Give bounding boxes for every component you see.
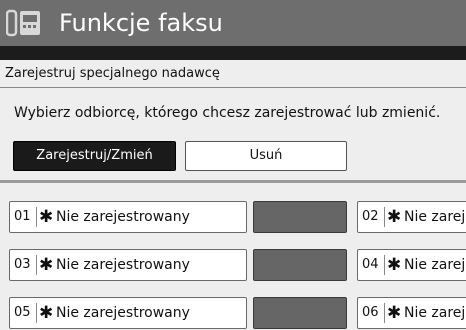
page-title: Funkcje faksu <box>59 9 223 37</box>
empty-slot <box>253 249 347 281</box>
entry-separator <box>384 303 385 323</box>
instruction-text: Wybierz odbiorcę, którego chcesz zarejes… <box>14 105 441 121</box>
asterisk-icon: ✱ <box>387 303 402 323</box>
empty-slot <box>253 297 347 329</box>
asterisk-icon: ✱ <box>39 303 54 323</box>
entry-separator <box>36 207 37 227</box>
entry-number: 01 <box>14 209 31 224</box>
title-divider <box>0 46 466 60</box>
asterisk-icon: ✱ <box>39 207 54 227</box>
entry-number: 03 <box>14 257 31 272</box>
entry-number: 06 <box>362 305 379 320</box>
sender-entry-02[interactable]: 02 ✱ Nie zareje <box>357 201 466 233</box>
subtitle-divider <box>0 87 466 88</box>
delete-button[interactable]: Usuń <box>185 141 347 171</box>
asterisk-icon: ✱ <box>39 255 54 275</box>
entry-name: Nie zareje <box>404 209 466 225</box>
entry-number: 02 <box>362 209 379 224</box>
empty-slot <box>253 201 347 233</box>
sender-entry-04[interactable]: 04 ✱ Nie zareje <box>357 249 466 281</box>
entry-name: Nie zarejestrowany <box>56 305 190 321</box>
entry-name: Nie zarejestrowany <box>56 209 190 225</box>
entry-number: 05 <box>14 305 31 320</box>
title-bar: Funkcje faksu <box>0 0 466 46</box>
entry-name: Nie zarejestrowany <box>56 257 190 273</box>
entry-name: Nie zareje <box>404 305 466 321</box>
entry-name: Nie zareje <box>404 257 466 273</box>
sender-entry-06[interactable]: 06 ✱ Nie zareje <box>357 297 466 329</box>
register-change-button[interactable]: Zarejestruj/Zmień <box>13 141 176 171</box>
sender-entry-03[interactable]: 03 ✱ Nie zarejestrowany <box>9 249 247 281</box>
asterisk-icon: ✱ <box>387 207 402 227</box>
entry-separator <box>384 207 385 227</box>
content-panel <box>0 60 466 330</box>
sender-entry-05[interactable]: 05 ✱ Nie zarejestrowany <box>9 297 247 329</box>
asterisk-icon: ✱ <box>387 255 402 275</box>
entry-number: 04 <box>362 257 379 272</box>
entry-separator <box>36 303 37 323</box>
section-divider <box>0 180 466 183</box>
sender-entry-01[interactable]: 01 ✱ Nie zarejestrowany <box>9 201 247 233</box>
fax-icon <box>6 9 40 37</box>
entry-separator <box>36 255 37 275</box>
entry-separator <box>384 255 385 275</box>
panel-subtitle: Zarejestruj specjalnego nadawcę <box>5 66 220 81</box>
